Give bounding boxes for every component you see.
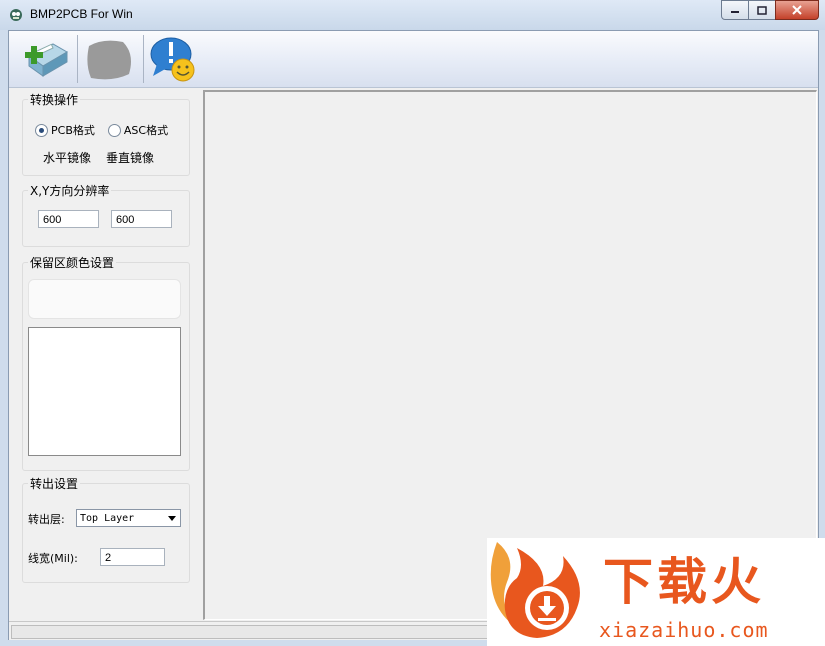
minimize-icon xyxy=(731,11,739,13)
radio-pcb-label[interactable]: PCB格式 xyxy=(51,122,95,138)
blurred-button[interactable] xyxy=(83,34,135,84)
about-icon xyxy=(150,37,195,82)
watermark-url: xiazaihuo.com xyxy=(599,618,769,642)
app-logo-icon xyxy=(10,9,22,21)
convert-group-title: 转换操作 xyxy=(28,91,81,108)
watermark-brand-cn: 下载火 xyxy=(603,553,765,611)
flame-logo-icon xyxy=(490,542,580,638)
window-title: BMP2PCB For Win xyxy=(30,7,133,21)
layer-select-value: Top Layer xyxy=(80,513,135,524)
output-group-title: 转出设置 xyxy=(28,475,81,492)
close-icon xyxy=(792,5,802,15)
radio-asc[interactable] xyxy=(107,123,121,137)
mirror-vertical-button[interactable]: 垂直镜像 xyxy=(106,149,154,166)
mirror-horizontal-button[interactable]: 水平镜像 xyxy=(43,149,91,166)
maximize-icon xyxy=(757,5,767,15)
color-list[interactable] xyxy=(28,327,181,456)
resolution-group: X,Y方向分辨率 600 600 xyxy=(22,182,190,247)
line-width-label: 线宽(Mil): xyxy=(28,552,78,565)
line-width-input[interactable]: 2 xyxy=(100,548,165,566)
layer-label: 转出层: xyxy=(28,513,65,526)
format-radios: PCB格式 ASC格式 xyxy=(35,122,168,138)
radio-asc-label[interactable]: ASC格式 xyxy=(124,122,168,138)
radio-pcb[interactable] xyxy=(35,123,48,137)
import-button[interactable] xyxy=(19,34,71,84)
color-preview[interactable] xyxy=(28,279,181,319)
resolution-group-title: X,Y方向分辨率 xyxy=(28,182,112,199)
layer-select[interactable]: Top Layer xyxy=(76,509,181,527)
import-icon xyxy=(25,43,68,77)
color-group: 保留区颜色设置 xyxy=(22,254,190,471)
about-button[interactable] xyxy=(147,34,199,84)
app-window: BMP2PCB For Win 转换操作 PCB格式 ASC格式 水平镜像 垂直… xyxy=(0,0,825,646)
title-bar[interactable]: BMP2PCB For Win xyxy=(0,0,825,30)
watermark: 下载火 xiazaihuo.com xyxy=(487,538,825,646)
left-panel: 转换操作 PCB格式 ASC格式 水平镜像 垂直镜像 X,Y方向分辨率 600 … xyxy=(9,88,202,618)
color-group-title: 保留区颜色设置 xyxy=(28,254,117,271)
close-button[interactable] xyxy=(775,0,819,20)
minimize-button[interactable] xyxy=(721,0,749,20)
convert-group: 转换操作 PCB格式 ASC格式 水平镜像 垂直镜像 xyxy=(22,91,190,176)
blurred-icon xyxy=(87,40,131,80)
maximize-button[interactable] xyxy=(748,0,776,20)
x-resolution-input[interactable]: 600 xyxy=(38,210,99,228)
window-controls xyxy=(721,0,819,20)
chevron-down-icon xyxy=(168,516,176,521)
output-group: 转出设置 转出层: Top Layer 线宽(Mil): 2 xyxy=(22,475,190,583)
toolbar xyxy=(9,31,818,88)
y-resolution-input[interactable]: 600 xyxy=(111,210,172,228)
